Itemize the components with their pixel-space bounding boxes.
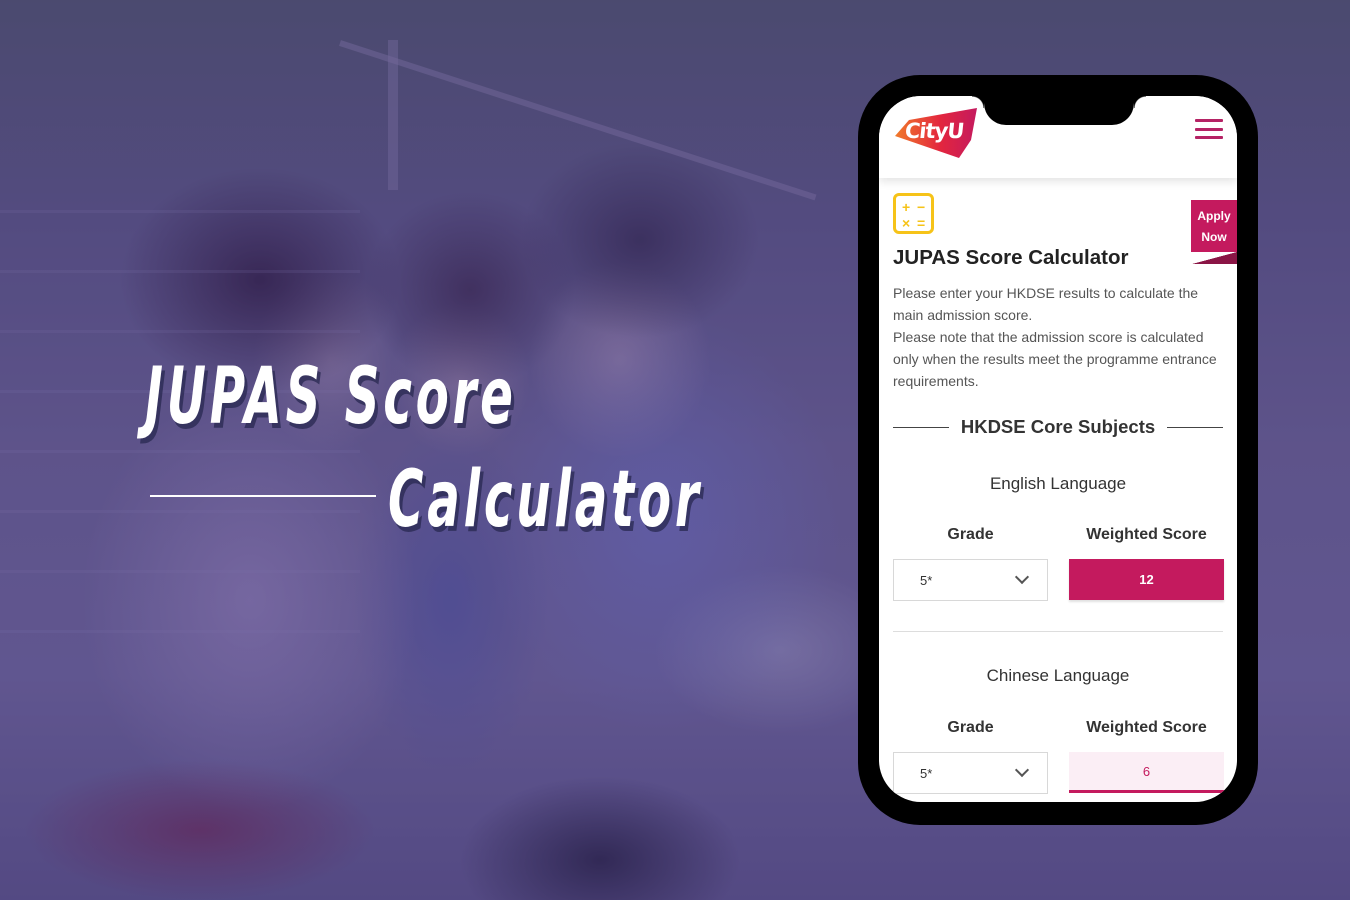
english-grade-select[interactable]: 5*	[893, 559, 1048, 601]
weighted-score-label: Weighted Score	[1086, 719, 1207, 736]
site-header: CityU	[879, 96, 1237, 178]
grade-value: 5*	[920, 572, 933, 588]
background-handrail-post	[388, 40, 398, 190]
description-line-2: Please note that the admission score is …	[893, 329, 1217, 389]
times-glyph: ×	[902, 215, 911, 231]
headline-line-2: Calculator	[388, 455, 703, 545]
phone-notch	[972, 96, 1146, 125]
chevron-down-icon	[1014, 762, 1030, 778]
section-heading: HKDSE Core Subjects	[893, 414, 1223, 440]
section-title: HKDSE Core Subjects	[960, 416, 1156, 437]
apply-now-line-1: Apply	[1197, 209, 1231, 223]
headline-line-1: JUPAS Score	[145, 352, 517, 442]
background-handrail	[339, 40, 817, 201]
page-title: JUPAS Score Calculator	[893, 246, 1129, 269]
calculator-icon: + − × =	[893, 193, 934, 234]
grade-label: Grade	[947, 719, 994, 736]
equals-glyph: =	[917, 215, 926, 231]
english-weighted-score: 12	[1069, 559, 1224, 600]
section-rule-left	[893, 426, 949, 428]
description-line-1: Please enter your HKDSE results to calcu…	[893, 285, 1199, 323]
chinese-grade-select[interactable]: 5*	[893, 752, 1048, 794]
plus-glyph: +	[902, 199, 911, 215]
apply-now-button[interactable]: Apply Now	[1191, 200, 1237, 264]
chinese-weighted-score: 6	[1069, 752, 1224, 793]
minus-glyph: −	[917, 199, 926, 215]
phone-mockup: CityU Apply Now + − × = JUPAS Score Calc…	[858, 75, 1258, 825]
logo-text: CityU	[903, 119, 965, 143]
headline-rule	[150, 495, 376, 497]
hamburger-menu-icon[interactable]	[1195, 119, 1223, 139]
subject-name: Chinese Language	[986, 666, 1130, 685]
section-rule-right	[1167, 426, 1223, 428]
chevron-down-icon	[1014, 569, 1030, 585]
cityu-logo[interactable]: CityU	[893, 106, 981, 158]
grade-value: 5*	[920, 765, 933, 781]
grade-label: Grade	[947, 526, 994, 543]
page-description: Please enter your HKDSE results to calcu…	[893, 282, 1223, 392]
subject-divider	[893, 631, 1223, 632]
apply-flag-tail	[1191, 252, 1237, 264]
phone-screen: CityU Apply Now + − × = JUPAS Score Calc…	[879, 96, 1237, 802]
apply-now-line-2: Now	[1201, 230, 1227, 244]
weighted-score-label: Weighted Score	[1086, 526, 1207, 543]
subject-name: English Language	[989, 474, 1127, 493]
